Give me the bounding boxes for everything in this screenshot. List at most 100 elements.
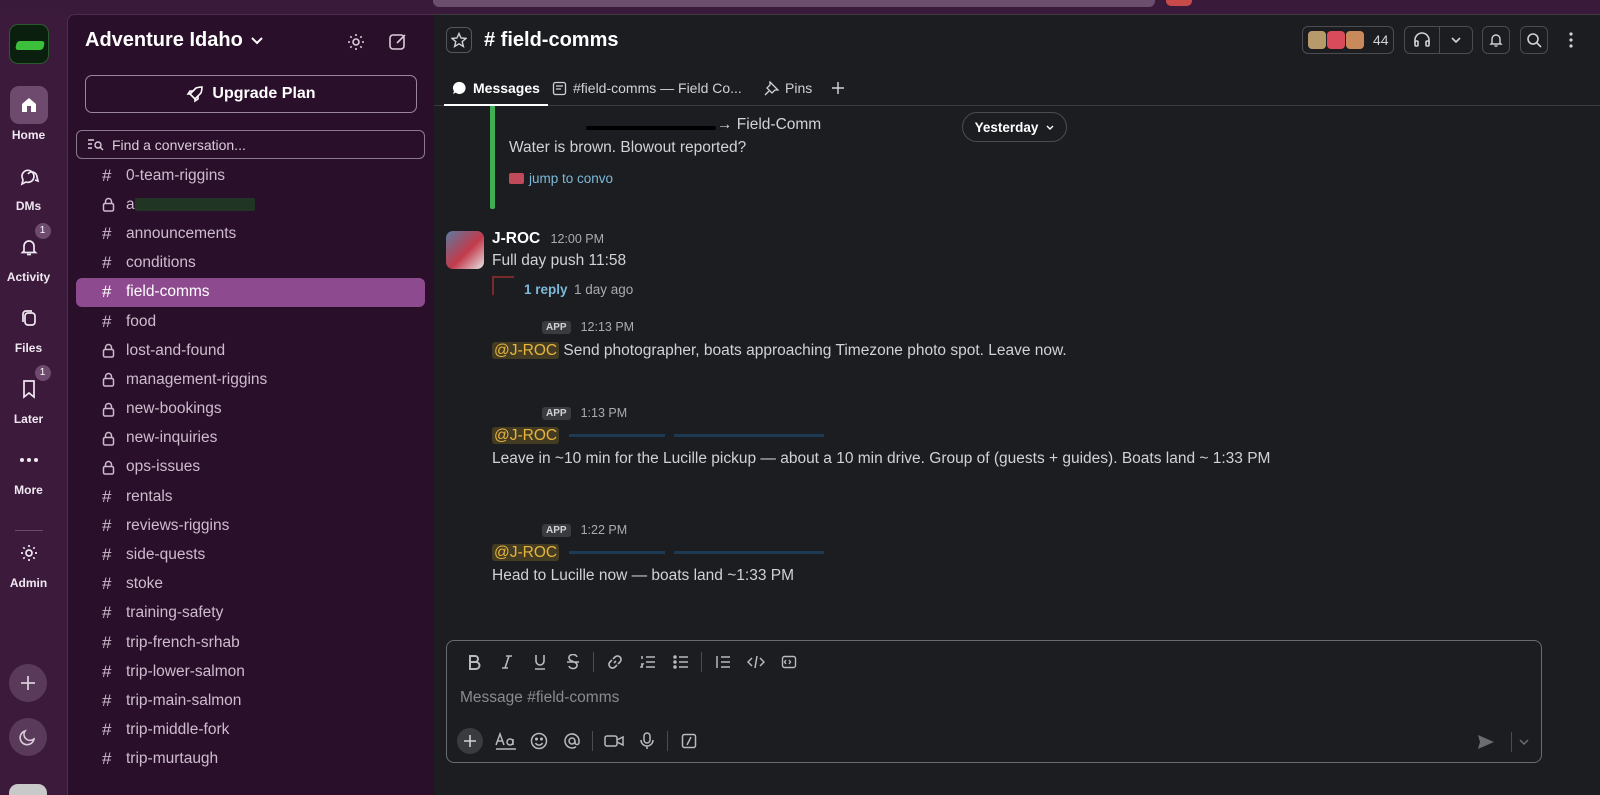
slash-command-icon[interactable] bbox=[672, 726, 705, 756]
user-mention[interactable]: @J-ROC bbox=[492, 544, 560, 561]
add-tab-button[interactable] bbox=[831, 70, 845, 106]
link-icon[interactable] bbox=[598, 647, 631, 677]
sidebar-item-announcements[interactable]: # announcements bbox=[76, 219, 425, 248]
sidebar-item-0-team-riggins[interactable]: #0-team-riggins bbox=[76, 161, 425, 190]
sidebar-item-trip-lower-salmon[interactable]: # trip-lower-salmon bbox=[76, 657, 425, 686]
channel-title[interactable]: # field-comms bbox=[484, 29, 618, 52]
sidebar-item-field-comms[interactable]: # field-comms bbox=[76, 277, 425, 307]
kebab-menu-icon[interactable] bbox=[1560, 29, 1582, 51]
sidebar-item-trip-murtaugh[interactable]: # trip-murtaugh bbox=[76, 745, 425, 774]
sidebar-item-trip-main-salmon[interactable]: # trip-main-salmon bbox=[76, 686, 425, 715]
sidebar-item-new-inquiries[interactable]: new-inquiries bbox=[76, 424, 425, 453]
sidebar-item-training-safety[interactable]: # training-safety bbox=[76, 599, 425, 628]
toolbar-divider bbox=[593, 652, 594, 672]
sidebar-item-ops-issues[interactable]: ops-issues bbox=[76, 453, 425, 482]
rail-activity[interactable]: 1 Activity bbox=[0, 223, 57, 284]
rail-dms[interactable]: DMs bbox=[0, 157, 57, 213]
mention-icon[interactable] bbox=[555, 726, 588, 756]
jump-to-convo-link[interactable]: jump to convo bbox=[509, 171, 613, 186]
underline-icon[interactable] bbox=[523, 647, 556, 677]
files-icon[interactable] bbox=[10, 299, 48, 337]
sidebar-item-management-riggins[interactable]: management-riggins bbox=[76, 365, 425, 394]
user-mention[interactable]: @J-ROC bbox=[492, 427, 560, 444]
tab-canvas[interactable]: #field-comms — Field Co... bbox=[552, 70, 742, 106]
find-conversation-placeholder: Find a conversation... bbox=[112, 136, 246, 153]
message-input[interactable] bbox=[460, 685, 1460, 711]
hash-icon: # bbox=[102, 515, 112, 535]
chevron-down-icon[interactable] bbox=[1438, 27, 1473, 53]
text-format-icon[interactable] bbox=[489, 726, 522, 756]
more-dots-icon[interactable] bbox=[10, 441, 48, 479]
hash-icon: # bbox=[102, 311, 112, 331]
sidebar-item-stoke[interactable]: # stoke bbox=[76, 570, 425, 599]
message-timestamp[interactable]: 1:22 PM bbox=[581, 523, 628, 537]
sidebar-item-label: a bbox=[126, 195, 135, 213]
tab-messages[interactable]: Messages bbox=[444, 70, 548, 106]
compose-icon[interactable] bbox=[385, 29, 411, 55]
workspace-switcher[interactable]: Adventure Idaho bbox=[85, 29, 263, 52]
emoji-icon[interactable] bbox=[522, 726, 555, 756]
numbered-list-icon[interactable] bbox=[631, 647, 664, 677]
attach-plus-icon[interactable] bbox=[457, 728, 483, 754]
sidebar-item-trip-middle-fork[interactable]: # trip-middle-fork bbox=[76, 716, 425, 745]
sidebar-item-trip-french-srhab[interactable]: # trip-french-srhab bbox=[76, 628, 425, 657]
rail-later[interactable]: 1 Later bbox=[0, 365, 57, 426]
rail-admin[interactable]: Admin bbox=[0, 534, 57, 590]
send-icon[interactable] bbox=[1475, 732, 1497, 752]
sidebar-item-a[interactable]: a bbox=[76, 190, 425, 219]
home-icon[interactable] bbox=[9, 86, 48, 124]
code-icon[interactable] bbox=[739, 647, 772, 677]
formatting-toolbar bbox=[447, 641, 805, 683]
bold-icon[interactable] bbox=[457, 647, 490, 677]
message-author[interactable]: J-ROC 12:00 PM bbox=[492, 230, 604, 248]
message-timestamp[interactable]: 1:13 PM bbox=[581, 406, 628, 420]
settings-gear-icon[interactable] bbox=[343, 29, 369, 55]
tab-pins[interactable]: Pins bbox=[764, 70, 812, 106]
avatar[interactable] bbox=[446, 231, 484, 269]
user-avatar[interactable] bbox=[9, 784, 47, 795]
app-message-header: APP 1:22 PM bbox=[542, 523, 627, 537]
blockquote-icon[interactable] bbox=[706, 647, 739, 677]
video-icon[interactable] bbox=[597, 726, 630, 756]
bookmark-icon[interactable]: 1 bbox=[10, 365, 51, 408]
notifications-bell-icon[interactable] bbox=[1482, 26, 1510, 54]
sidebar-item-food[interactable]: # food bbox=[76, 307, 425, 336]
workspace-logo[interactable] bbox=[9, 24, 49, 64]
user-mention[interactable]: @J-ROC bbox=[492, 342, 560, 359]
gear-icon[interactable] bbox=[10, 534, 48, 572]
sidebar-item-lost-and-found[interactable]: lost-and-found bbox=[76, 336, 425, 365]
upgrade-plan-button[interactable]: Upgrade Plan bbox=[85, 75, 417, 113]
message-timestamp[interactable]: 12:00 PM bbox=[551, 232, 605, 246]
chevron-down-icon[interactable] bbox=[1511, 732, 1529, 752]
rail-files[interactable]: Files bbox=[0, 299, 57, 355]
microphone-icon[interactable] bbox=[630, 726, 663, 756]
search-icon[interactable] bbox=[1520, 26, 1548, 54]
strikethrough-icon[interactable] bbox=[556, 647, 589, 677]
dms-icon[interactable] bbox=[10, 157, 48, 195]
star-icon[interactable] bbox=[446, 27, 472, 53]
huddle-button[interactable] bbox=[1404, 26, 1473, 54]
headphones-icon[interactable] bbox=[1405, 27, 1439, 53]
redacted-text bbox=[586, 126, 716, 130]
italic-icon[interactable] bbox=[490, 647, 523, 677]
bell-icon[interactable]: 1 bbox=[10, 223, 51, 266]
code-block-icon[interactable] bbox=[772, 647, 805, 677]
rail-home[interactable]: Home bbox=[0, 86, 57, 142]
rocket-icon bbox=[186, 86, 204, 103]
rail-label-dms: DMs bbox=[15, 199, 42, 213]
members-button[interactable]: 44 bbox=[1302, 26, 1394, 54]
sidebar-item-new-bookings[interactable]: new-bookings bbox=[76, 395, 425, 424]
bulleted-list-icon[interactable] bbox=[664, 647, 697, 677]
thread-reply-link[interactable]: 1 reply bbox=[524, 282, 568, 297]
reply-age: 1 day ago bbox=[574, 282, 634, 297]
sidebar-item-rentals[interactable]: # rentals bbox=[76, 482, 425, 511]
message-timestamp[interactable]: 12:13 PM bbox=[581, 320, 635, 334]
sidebar-item-side-quests[interactable]: # side-quests bbox=[76, 540, 425, 569]
sidebar-item-conditions[interactable]: # conditions bbox=[76, 249, 425, 278]
date-divider-button[interactable]: Yesterday bbox=[962, 112, 1067, 142]
sidebar-item-reviews-riggins[interactable]: # reviews-riggins bbox=[76, 511, 425, 540]
theme-toggle-button[interactable] bbox=[9, 718, 47, 756]
rail-more[interactable]: More bbox=[0, 441, 57, 497]
add-workspace-button[interactable] bbox=[9, 664, 47, 702]
sidebar-item-label: trip-lower-salmon bbox=[126, 662, 245, 680]
